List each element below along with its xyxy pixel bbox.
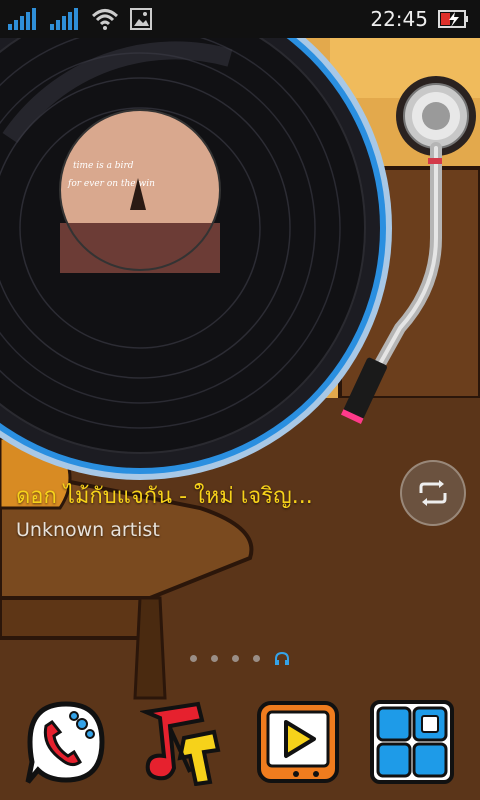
page-dot[interactable] [253,654,260,662]
home-page-indicator [190,651,290,665]
status-bar: 22:45 [0,0,480,38]
repeat-icon [419,480,447,506]
phone-icon [25,701,105,784]
track-artist[interactable]: Unknown artist [16,519,396,541]
phone-app[interactable] [24,698,108,786]
app-drawer[interactable] [370,698,454,786]
music-app[interactable] [138,698,224,787]
app-dock [0,694,480,794]
page-dot[interactable] [211,654,218,662]
wifi-icon [92,9,118,30]
album-art-text-2: for ever on the win [67,179,155,189]
music-icon [138,701,221,787]
video-app[interactable] [256,698,340,786]
signal-2-icon [50,8,78,30]
track-title[interactable]: ดอก ไม้กับแจกัน - ใหม่ เจริญ... [16,478,396,513]
image-notification-icon [130,8,152,30]
signal-1-icon [8,8,36,30]
battery-charging-icon [438,10,468,28]
page-dot[interactable] [190,654,197,662]
app-grid-icon [370,700,454,784]
headphones-icon[interactable] [274,651,290,665]
now-playing-info: ดอก ไม้กับแจกัน - ใหม่ เจริญ... Unknown … [16,478,396,541]
repeat-button[interactable] [400,460,466,526]
turntable-wallpaper: time is a bird for ever on the win [0,38,480,800]
page-dot[interactable] [232,654,239,662]
clock: 22:45 [370,7,428,31]
video-player-icon [257,701,339,783]
album-art-text-1: time is a bird [73,161,134,171]
